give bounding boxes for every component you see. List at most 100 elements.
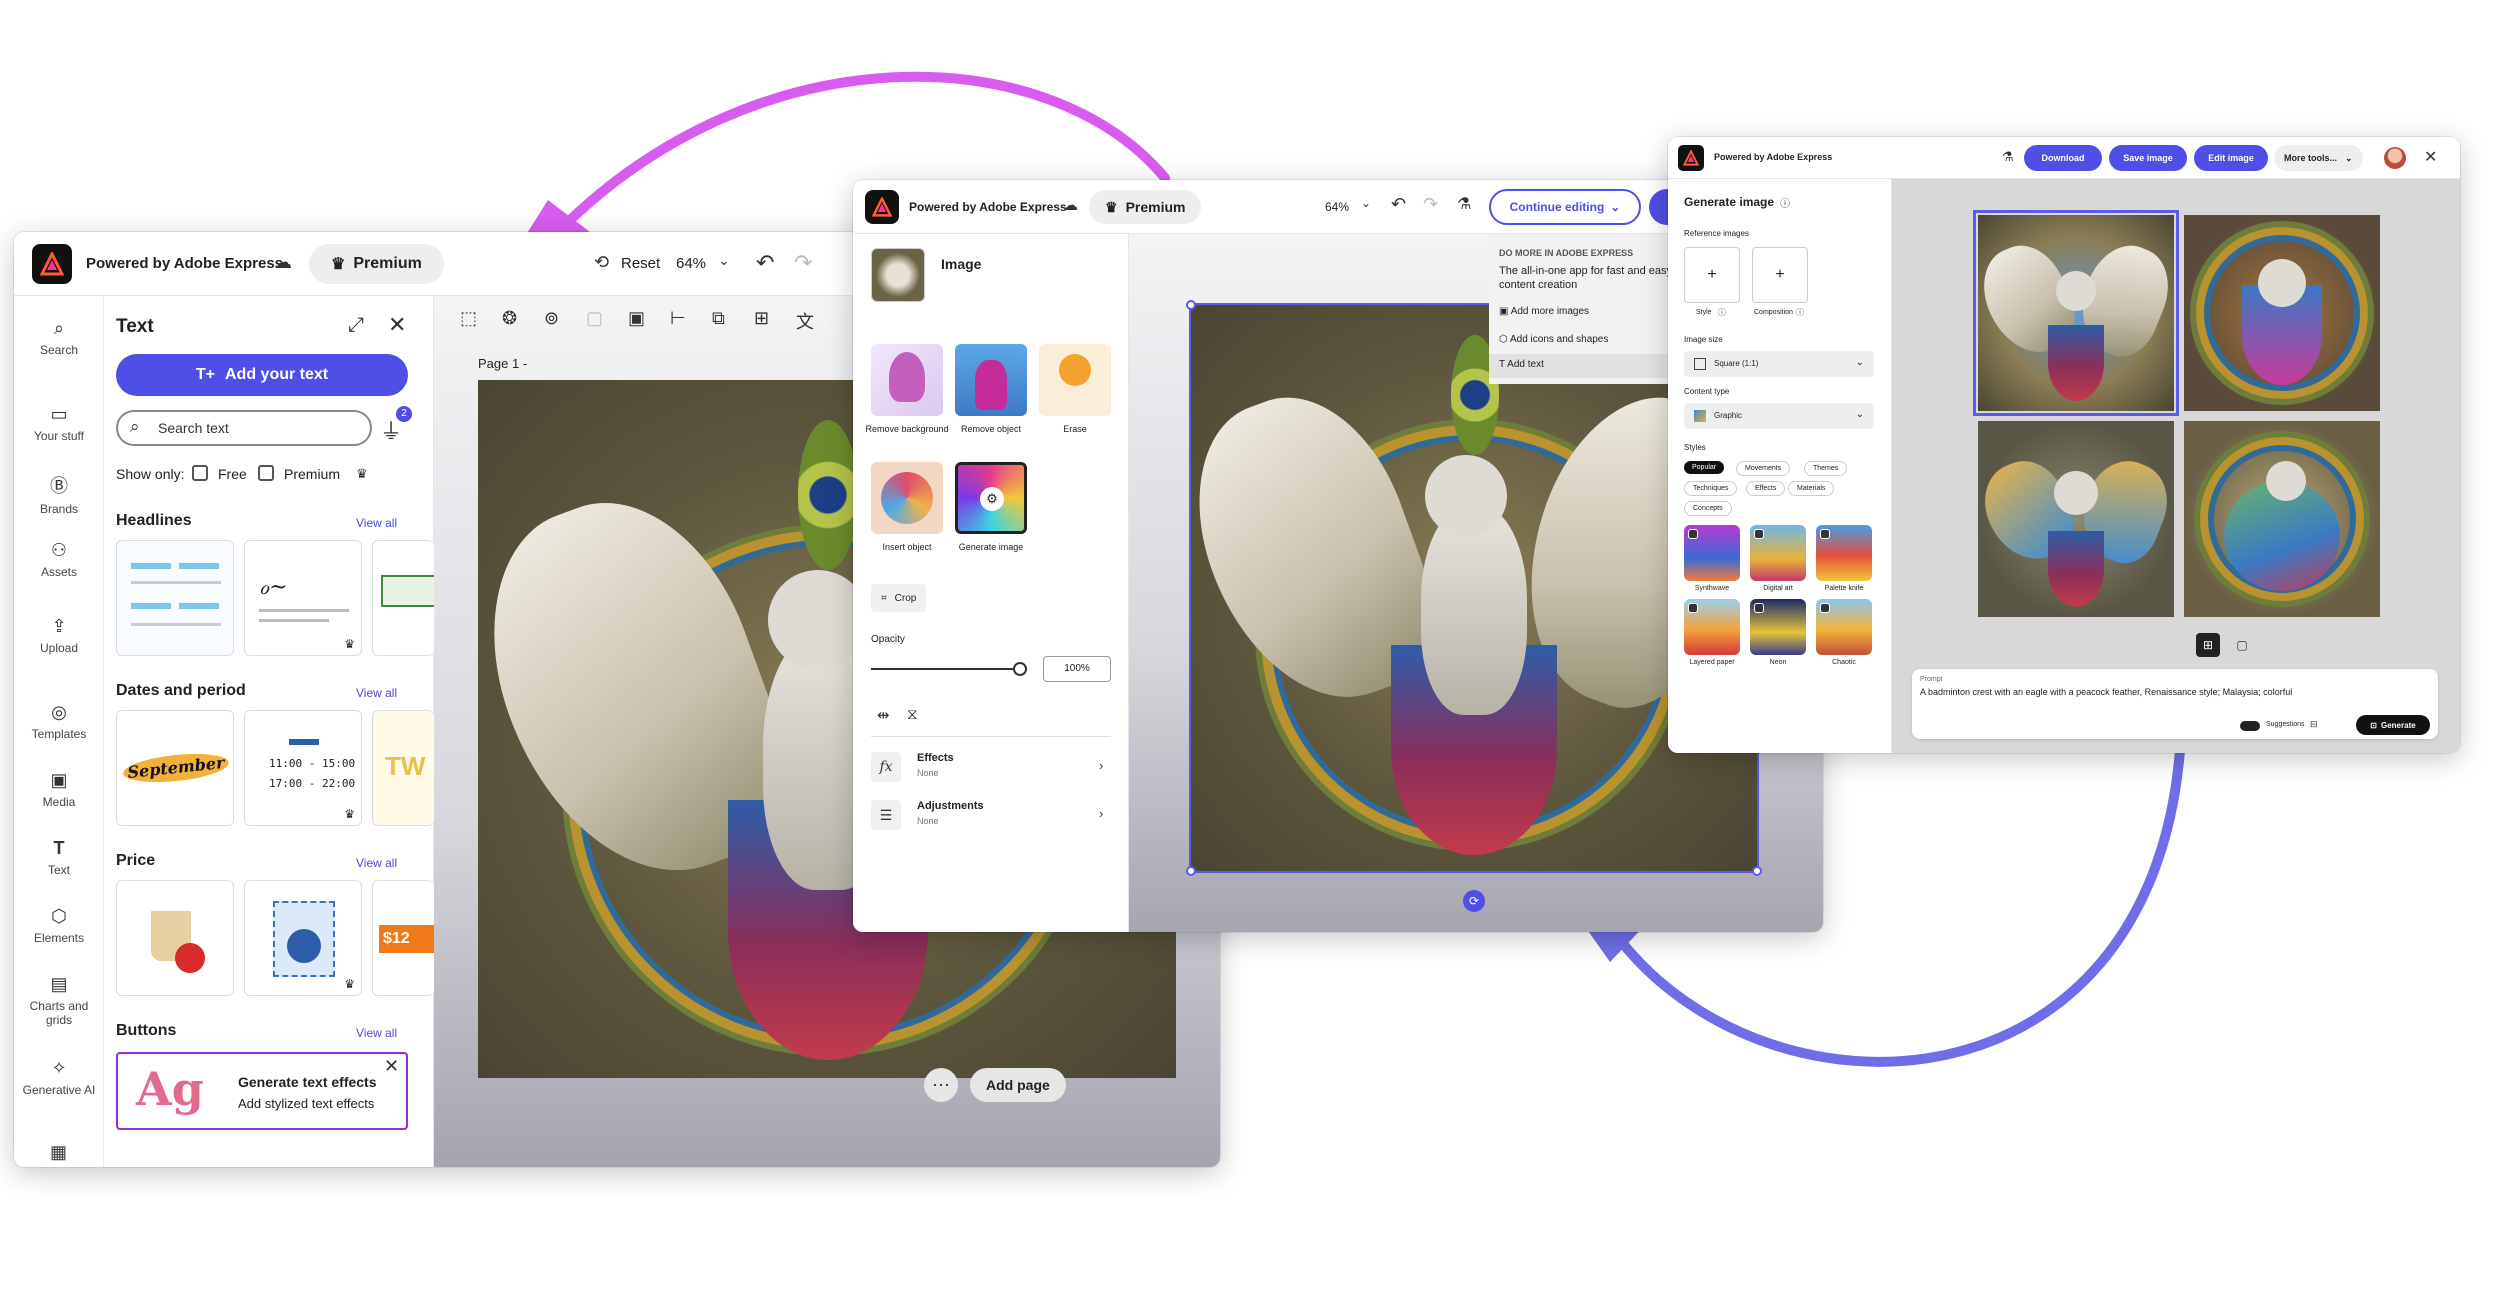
style-tile-layered-paper[interactable] xyxy=(1684,599,1740,655)
reset-icon[interactable]: ⟲ xyxy=(594,252,609,273)
style-tile-palette-knife[interactable] xyxy=(1816,525,1872,581)
zoom-value[interactable]: 64% xyxy=(676,255,706,272)
reset-button[interactable]: Reset xyxy=(621,255,660,272)
promo-add-text[interactable]: T Add text xyxy=(1489,354,1689,378)
headline-tile[interactable] xyxy=(372,540,434,656)
premium-checkbox[interactable] xyxy=(258,465,274,481)
rail-charts[interactable]: ▤ Charts and grids xyxy=(14,974,104,1027)
effects-row[interactable]: fx Effects None › xyxy=(871,748,1111,788)
style-tab-materials[interactable]: Materials xyxy=(1788,481,1835,496)
redo-icon[interactable]: ↷ xyxy=(1423,194,1438,215)
grid-view-icon[interactable]: ⊞ xyxy=(2196,633,2220,657)
adobe-express-logo[interactable] xyxy=(32,244,72,284)
save-image-button[interactable]: Save image xyxy=(2109,145,2187,171)
adjustments-row[interactable]: ☰ Adjustments None › xyxy=(871,796,1111,836)
avatar[interactable] xyxy=(2384,147,2406,169)
mask-icon[interactable]: ▢ xyxy=(586,308,603,329)
chevron-down-icon[interactable]: ⌄ xyxy=(1361,196,1371,210)
generate-text-effects-card[interactable]: Ag Generate text effects Add stylized te… xyxy=(116,1052,408,1130)
add-your-text-button[interactable]: T+ Add your text xyxy=(116,354,408,396)
result-image[interactable] xyxy=(2184,421,2380,617)
style-tab-techniques[interactable]: Techniques xyxy=(1684,481,1738,496)
view-all-price[interactable]: View all xyxy=(356,856,397,870)
suggestions-toggle[interactable] xyxy=(2240,721,2260,731)
expand-icon[interactable]: ⤢ xyxy=(348,314,364,337)
promo-add-images[interactable]: ▣ Add more images xyxy=(1499,306,1589,317)
translate-icon[interactable]: 文 xyxy=(796,308,814,334)
zoom-value[interactable]: 64% xyxy=(1325,200,1349,214)
opacity-value-field[interactable]: 100% xyxy=(1043,656,1111,682)
style-tab-popular[interactable]: Popular xyxy=(1684,461,1725,474)
result-image[interactable] xyxy=(2184,215,2380,411)
search-text-input[interactable]: ⌕ Search text xyxy=(116,410,372,446)
prompt-box[interactable]: Prompt A badminton crest with an eagle w… xyxy=(1912,669,2438,739)
insert-object-tool[interactable] xyxy=(871,462,943,534)
close-icon[interactable]: ✕ xyxy=(388,312,406,338)
opacity-slider-handle[interactable] xyxy=(1013,662,1027,676)
align-icon[interactable]: ⊢ xyxy=(670,308,686,329)
undo-icon[interactable]: ↶ xyxy=(1391,194,1406,215)
result-image[interactable] xyxy=(1978,421,2174,617)
headline-tile[interactable]: ℴ~ ♛ xyxy=(244,540,362,656)
erase-tool[interactable] xyxy=(1039,344,1111,416)
download-button[interactable]: Download xyxy=(2024,145,2102,171)
adobe-express-logo[interactable] xyxy=(865,190,899,224)
result-image[interactable] xyxy=(1973,210,2179,416)
rotate-icon[interactable]: ⟳ xyxy=(1463,890,1485,912)
rail-your-stuff[interactable]: ▭ Your stuff xyxy=(14,404,104,443)
chevron-down-icon[interactable]: ⌄ xyxy=(718,252,730,269)
grid-icon[interactable]: ⊞ xyxy=(754,308,769,329)
selection-handle[interactable] xyxy=(1752,866,1762,876)
view-all-buttons[interactable]: View all xyxy=(356,1026,397,1040)
rail-brands[interactable]: Ⓑ Brands xyxy=(14,472,104,516)
selection-handle[interactable] xyxy=(1186,300,1196,310)
rail-templates[interactable]: ◎ Templates xyxy=(14,702,104,741)
style-tab-concepts[interactable]: Concepts xyxy=(1684,501,1732,516)
add-page-button[interactable]: Add page xyxy=(970,1068,1066,1102)
style-reference-slot[interactable]: + xyxy=(1684,247,1740,303)
color-palette-icon[interactable]: ❂ xyxy=(502,308,517,329)
content-type-select[interactable]: Graphic ⌄ xyxy=(1684,403,1874,429)
info-icon[interactable]: ⓘ xyxy=(1796,307,1804,318)
layers-icon[interactable]: ⧉ xyxy=(712,308,725,329)
rail-media[interactable]: ▣ Media xyxy=(14,770,104,809)
prompt-text[interactable]: A badminton crest with an eagle with a p… xyxy=(1920,687,2292,697)
style-tile-synthwave[interactable] xyxy=(1684,525,1740,581)
rail-upload[interactable]: ⇪ Upload xyxy=(14,616,104,655)
animate-icon[interactable]: ⬚ xyxy=(460,308,477,329)
remove-background-tool[interactable] xyxy=(871,344,943,416)
suggestions-icon[interactable]: ⊟ xyxy=(2310,719,2318,730)
single-view-icon[interactable]: ▢ xyxy=(2230,633,2254,657)
info-icon[interactable]: ⓘ xyxy=(1718,307,1726,318)
more-options-icon[interactable]: ⋯ xyxy=(924,1068,958,1102)
rail-assets[interactable]: ⚇ Assets xyxy=(14,540,104,579)
composition-reference-slot[interactable]: + xyxy=(1752,247,1808,303)
style-tile-chaotic[interactable] xyxy=(1816,599,1872,655)
flip-vertical-icon[interactable]: ⧖ xyxy=(907,706,918,723)
opacity-slider[interactable] xyxy=(871,662,1027,676)
edit-image-button[interactable]: Edit image xyxy=(2194,145,2268,171)
lab-icon[interactable]: ⚗ xyxy=(2002,149,2014,165)
calendar-icon[interactable]: ▦ xyxy=(50,1142,67,1163)
view-all-dates[interactable]: View all xyxy=(356,686,397,700)
image-size-select[interactable]: Square (1:1) ⌄ xyxy=(1684,351,1874,377)
style-tab-movements[interactable]: Movements xyxy=(1736,461,1791,476)
style-tab-effects[interactable]: Effects xyxy=(1746,481,1786,496)
price-tile[interactable]: ♛ xyxy=(244,880,362,996)
view-all-headlines[interactable]: View all xyxy=(356,516,397,530)
selection-handle[interactable] xyxy=(1186,866,1196,876)
undo-icon[interactable]: ↶ xyxy=(756,250,774,276)
price-tile[interactable] xyxy=(116,880,234,996)
redo-icon[interactable]: ↷ xyxy=(794,250,812,276)
crop-button[interactable]: ⌗ Crop xyxy=(871,584,927,612)
free-checkbox[interactable] xyxy=(192,465,208,481)
close-icon[interactable]: ✕ xyxy=(384,1056,399,1077)
rail-elements[interactable]: ⬡ Elements xyxy=(14,906,104,945)
promo-add-icons[interactable]: ⬡ Add icons and shapes xyxy=(1499,334,1608,345)
info-icon[interactable]: ⓘ xyxy=(1780,195,1790,210)
adobe-express-logo[interactable] xyxy=(1678,145,1704,171)
remove-object-tool[interactable] xyxy=(955,344,1027,416)
generate-image-tool[interactable]: ⚙ xyxy=(955,462,1027,534)
date-tile[interactable]: TW xyxy=(372,710,434,826)
rail-search[interactable]: ⌕ Search xyxy=(14,318,104,357)
